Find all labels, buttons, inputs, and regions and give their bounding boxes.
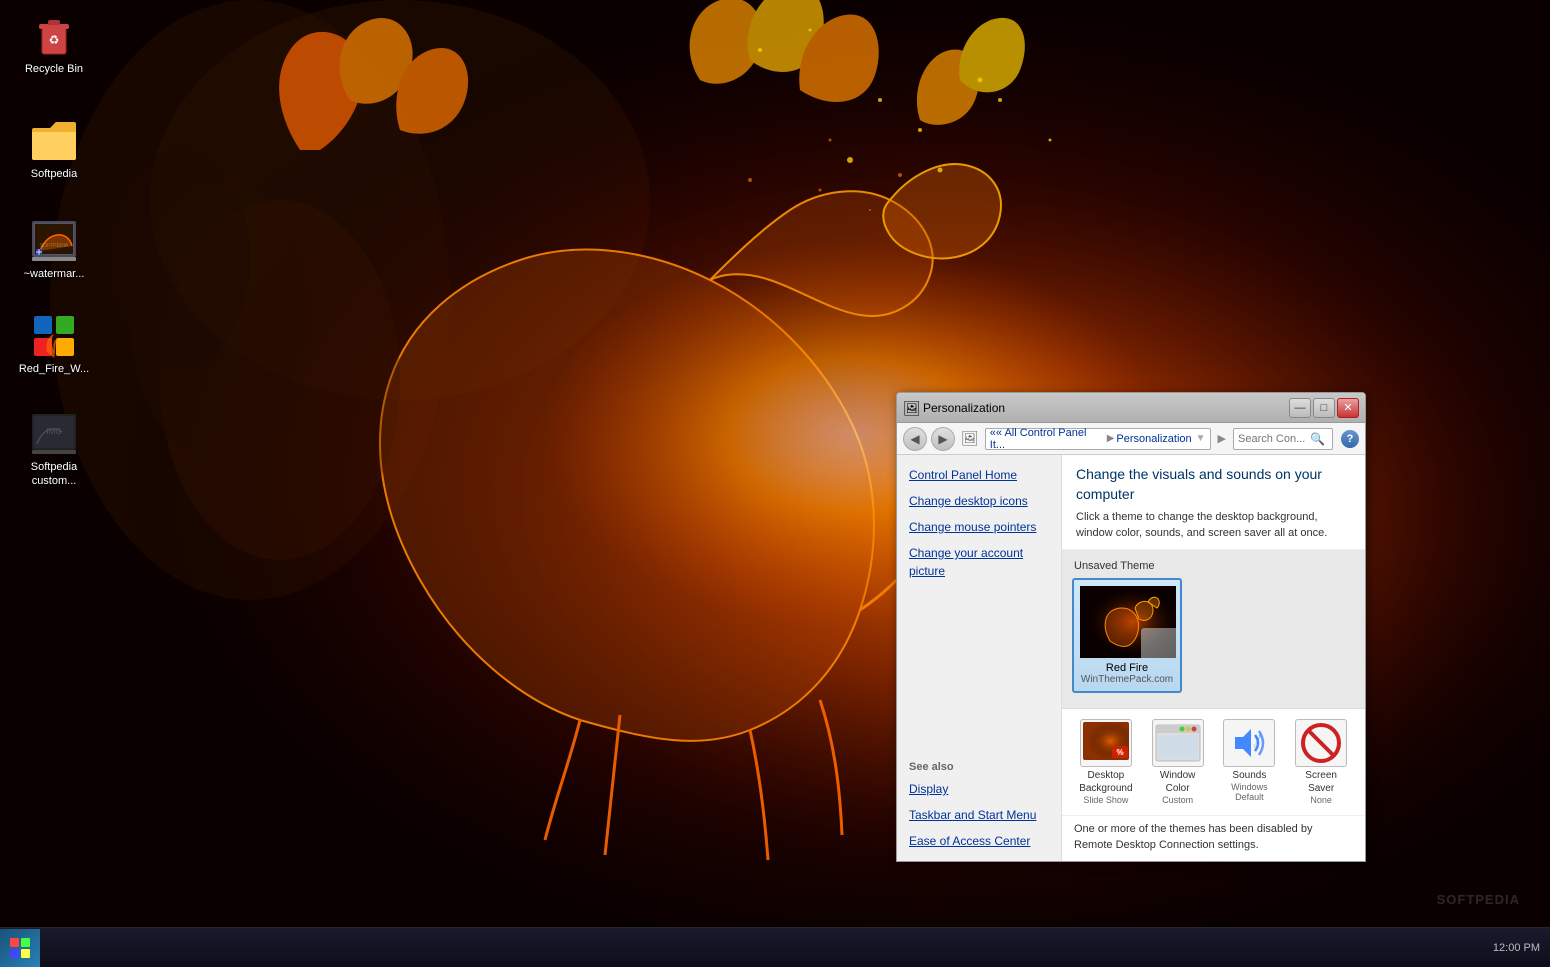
- search-box[interactable]: 🔍: [1233, 428, 1333, 450]
- start-button[interactable]: [0, 929, 40, 967]
- window-title: Personalization: [923, 401, 1005, 415]
- theme-scroll-area[interactable]: Unsaved Theme: [1062, 550, 1365, 708]
- bottom-bar: % DesktopBackground Slide Show: [1062, 708, 1365, 861]
- breadcrumb-all-control: «« All Control Panel It...: [990, 427, 1105, 451]
- dropdown-arrow[interactable]: ▼: [1196, 433, 1206, 444]
- svg-text:%: %: [1116, 748, 1123, 757]
- softpedia-folder-label: Softpedia: [31, 167, 77, 181]
- theme-thumbnail: [1080, 586, 1176, 658]
- system-clock: 12:00 PM: [1483, 942, 1550, 954]
- change-mouse-pointers-link[interactable]: Change mouse pointers: [897, 515, 1061, 539]
- breadcrumb-personalization: Personalization: [1116, 433, 1191, 445]
- red-fire-icon: [32, 314, 76, 358]
- red-fire-theme-item[interactable]: Red Fire WinThemePack.com: [1072, 578, 1182, 693]
- desktop-watermark: SOFTPEDIA: [1437, 892, 1520, 907]
- maximize-button[interactable]: □: [1313, 398, 1335, 418]
- breadcrumb-sep1: ▶: [1107, 433, 1115, 444]
- address-bar: ◀ ▶ 🖼 «« All Control Panel It... ▶ Perso…: [897, 423, 1365, 455]
- desktop: ♻ Recycle Bin Softpedia SOFTPEDIA: [0, 0, 1550, 967]
- svg-text:SOFTPEDIA: SOFTPEDIA: [40, 243, 69, 249]
- softpedia-custom-label: Softpedia custom...: [18, 460, 90, 489]
- bottom-note: One or more of the themes has been disab…: [1062, 815, 1365, 861]
- help-button[interactable]: ?: [1341, 430, 1359, 448]
- search-icon: 🔍: [1310, 432, 1325, 446]
- window-controls: — □ ✕: [1289, 398, 1359, 418]
- search-input[interactable]: [1238, 433, 1308, 445]
- svg-text:IMG: IMG: [46, 427, 61, 436]
- theme-name: Red Fire: [1080, 662, 1174, 674]
- back-button[interactable]: ◀: [903, 427, 927, 451]
- svg-text:♪: ♪: [1257, 732, 1261, 741]
- go-button[interactable]: ▶: [1218, 432, 1226, 445]
- address-field[interactable]: «« All Control Panel It... ▶ Personaliza…: [985, 428, 1211, 450]
- minimize-button[interactable]: —: [1289, 398, 1311, 418]
- forward-button[interactable]: ▶: [931, 427, 955, 451]
- window-icon: 🖼: [903, 400, 919, 416]
- sounds-label: Sounds: [1232, 769, 1266, 782]
- svg-text:♻: ♻: [49, 33, 60, 47]
- window-color-icon: [1152, 719, 1204, 767]
- svg-text:♫: ♫: [1253, 743, 1258, 749]
- screen-saver-sublabel: None: [1310, 795, 1332, 805]
- panel-title: Change the visuals and sounds on your co…: [1076, 465, 1351, 504]
- desktop-background-sublabel: Slide Show: [1083, 795, 1128, 805]
- screen-saver-label: Screen Saver: [1291, 769, 1351, 795]
- clock-time: 12:00 PM: [1493, 942, 1540, 954]
- window-title-bar: 🖼 Personalization — □ ✕: [897, 393, 1365, 423]
- see-also-title: See also: [897, 753, 1061, 775]
- change-desktop-icons-link[interactable]: Change desktop icons: [897, 489, 1061, 513]
- right-header: Change the visuals and sounds on your co…: [1062, 455, 1365, 550]
- recycle-bin-icon: ♻: [32, 14, 76, 58]
- theme-author: WinThemePack.com: [1080, 674, 1174, 685]
- sounds-item[interactable]: ♪ ♫ Sounds WindowsDefault: [1216, 715, 1284, 809]
- window-color-item[interactable]: WindowColor Custom: [1144, 715, 1212, 809]
- ease-of-access-link[interactable]: Ease of Access Center: [897, 829, 1061, 853]
- screen-saver-item[interactable]: Screen Saver None: [1287, 715, 1355, 809]
- sounds-icon: ♪ ♫: [1223, 719, 1275, 767]
- watermar-icon: SOFTPEDIA: [32, 219, 76, 263]
- close-button[interactable]: ✕: [1337, 398, 1359, 418]
- red-fire-label: Red_Fire_W...: [19, 362, 89, 376]
- control-panel-window: 🖼 Personalization — □ ✕ ◀ ▶ 🖼 «« All Con…: [896, 392, 1366, 862]
- window-color-label: WindowColor: [1160, 769, 1196, 795]
- screen-saver-icon: [1295, 719, 1347, 767]
- taskbar-start-menu-link[interactable]: Taskbar and Start Menu: [897, 803, 1061, 827]
- control-panel-home-link[interactable]: Control Panel Home: [897, 463, 1061, 487]
- right-content-panel: Change the visuals and sounds on your co…: [1062, 455, 1365, 861]
- desktop-icon-recycle-bin[interactable]: ♻ Recycle Bin: [14, 10, 94, 80]
- desktop-background-icon: %: [1080, 719, 1132, 767]
- window-body: Control Panel Home Change desktop icons …: [897, 455, 1365, 861]
- desktop-background-label: DesktopBackground: [1079, 769, 1132, 795]
- desktop-icon-watermar[interactable]: SOFTPEDIA ~watermar...: [14, 215, 94, 285]
- taskbar: 12:00 PM: [0, 927, 1550, 967]
- breadcrumb: «« All Control Panel It... ▶ Personaliza…: [990, 427, 1192, 451]
- desktop-icon-softpedia-custom[interactable]: IMG Softpedia custom...: [14, 408, 94, 493]
- panel-description: Click a theme to change the desktop back…: [1076, 510, 1351, 541]
- persona-icon-bar: % DesktopBackground Slide Show: [1062, 709, 1365, 815]
- desktop-background-item[interactable]: % DesktopBackground Slide Show: [1072, 715, 1140, 809]
- display-link[interactable]: Display: [897, 777, 1061, 801]
- recycle-bin-label: Recycle Bin: [25, 62, 83, 76]
- watermar-label: ~watermar...: [24, 267, 85, 281]
- window-color-sublabel: Custom: [1162, 795, 1193, 805]
- softpedia-custom-icon: IMG: [32, 412, 76, 456]
- change-account-picture-link[interactable]: Change your account picture: [897, 541, 1061, 583]
- left-navigation-panel: Control Panel Home Change desktop icons …: [897, 455, 1062, 861]
- sounds-sublabel: WindowsDefault: [1231, 782, 1268, 802]
- folder-icon-address: 🖼: [961, 430, 979, 447]
- desktop-icon-red-fire[interactable]: Red_Fire_W...: [14, 310, 94, 380]
- folder-icon: [32, 119, 76, 163]
- theme-section-label: Unsaved Theme: [1068, 556, 1359, 574]
- desktop-icon-softpedia[interactable]: Softpedia: [14, 115, 94, 185]
